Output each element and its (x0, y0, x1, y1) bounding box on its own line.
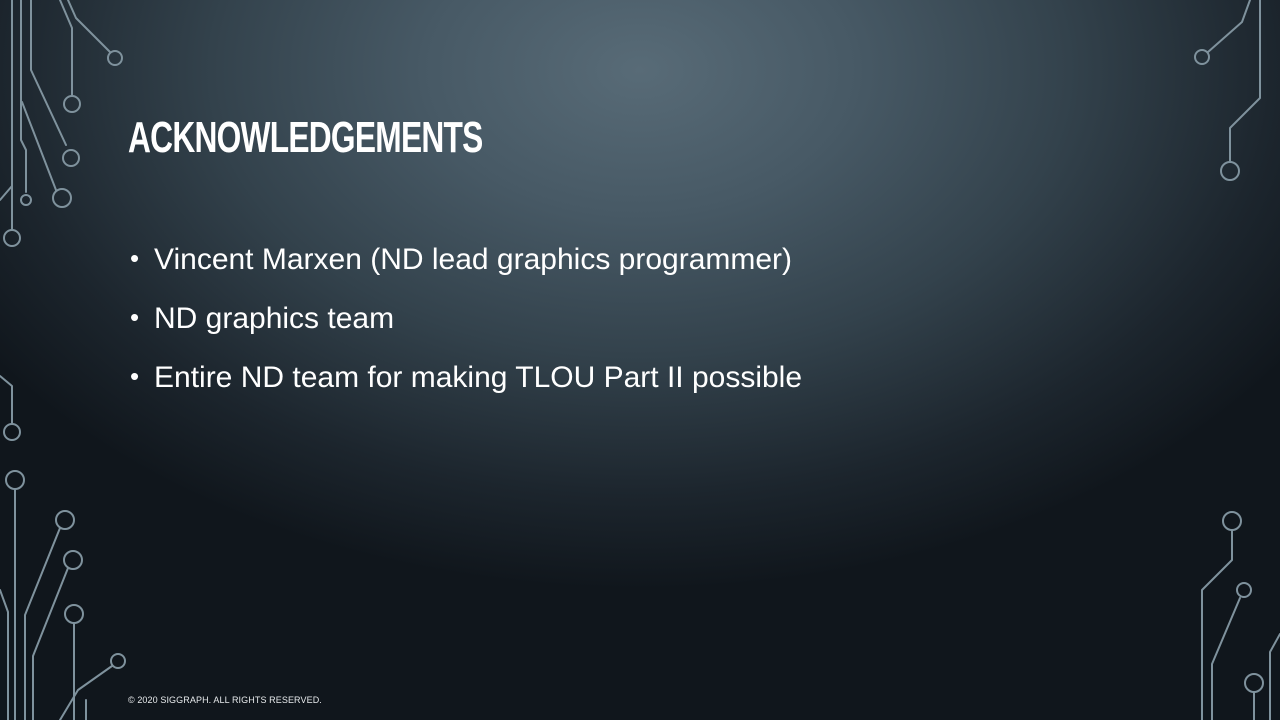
circuit-left-middle (0, 375, 25, 720)
circuit-top-left (0, 0, 123, 247)
presentation-slide: Acknowledgements • Vincent Marxen (ND le… (0, 0, 1280, 720)
bullet-text: ND graphics team (154, 302, 395, 335)
bullet-marker: • (130, 361, 140, 391)
copyright-footer: © 2020 SIGGRAPH. ALL RIGHTS RESERVED. (128, 695, 322, 705)
circuit-bottom-right (1201, 511, 1280, 720)
bullet-item: • Vincent Marxen (ND lead graphics progr… (130, 242, 1130, 277)
circuit-bottom-left (0, 510, 126, 720)
bullet-item: • ND graphics team (130, 301, 1130, 336)
bullet-text: Vincent Marxen (ND lead graphics program… (154, 243, 793, 276)
bullet-marker: • (130, 243, 140, 273)
bullet-text: Entire ND team for making TLOU Part II p… (154, 361, 803, 394)
bullet-list: • Vincent Marxen (ND lead graphics progr… (130, 242, 1130, 419)
bullet-item: • Entire ND team for making TLOU Part II… (130, 360, 1130, 395)
circuit-top-right (1194, 0, 1261, 181)
slide-title: Acknowledgements (128, 113, 483, 162)
bullet-marker: • (130, 302, 140, 332)
